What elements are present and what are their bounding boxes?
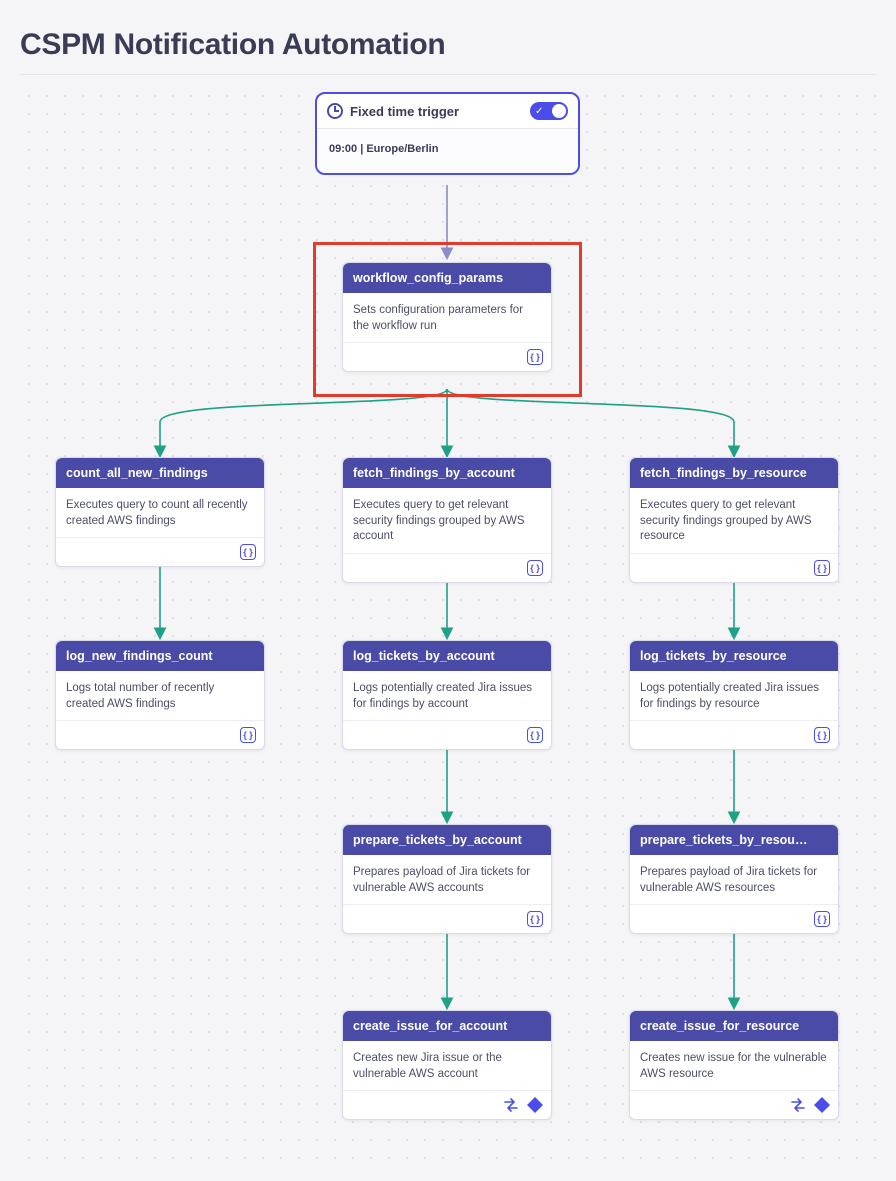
trigger-time: 09:00 | Europe/Berlin <box>317 129 578 173</box>
node-count-all-new-findings[interactable]: count_all_new_findings Executes query to… <box>55 457 265 567</box>
node-create-issue-for-resource[interactable]: create_issue_for_resource Creates new is… <box>629 1010 839 1120</box>
loop-icon[interactable] <box>503 1098 519 1112</box>
toggle-knob <box>552 104 566 118</box>
code-icon[interactable]: { } <box>240 544 256 560</box>
trigger-label: Fixed time trigger <box>350 104 459 119</box>
node-desc: Prepares payload of Jira tickets for vul… <box>630 855 838 905</box>
trigger-toggle[interactable]: ✓ <box>530 102 568 120</box>
loop-icon[interactable] <box>790 1098 806 1112</box>
node-title: fetch_findings_by_account <box>343 458 551 488</box>
node-desc: Sets configuration parameters for the wo… <box>343 293 551 343</box>
node-title: workflow_config_params <box>343 263 551 293</box>
node-title: log_new_findings_count <box>56 641 264 671</box>
node-create-issue-for-account[interactable]: create_issue_for_account Creates new Jir… <box>342 1010 552 1120</box>
node-log-tickets-by-resource[interactable]: log_tickets_by_resource Logs potentially… <box>629 640 839 750</box>
node-log-new-findings-count[interactable]: log_new_findings_count Logs total number… <box>55 640 265 750</box>
node-desc: Creates new Jira issue or the vulnerable… <box>343 1041 551 1091</box>
node-desc: Prepares payload of Jira tickets for vul… <box>343 855 551 905</box>
node-log-tickets-by-account[interactable]: log_tickets_by_account Logs potentially … <box>342 640 552 750</box>
check-icon: ✓ <box>535 106 543 117</box>
node-prepare-tickets-by-account[interactable]: prepare_tickets_by_account Prepares payl… <box>342 824 552 934</box>
node-title: create_issue_for_resource <box>630 1011 838 1041</box>
code-icon[interactable]: { } <box>527 911 543 927</box>
page-title: CSPM Notification Automation <box>20 28 876 75</box>
clock-icon <box>327 103 343 119</box>
code-icon[interactable]: { } <box>527 349 543 365</box>
workflow-canvas[interactable]: Fixed time trigger ✓ 09:00 | Europe/Berl… <box>20 87 876 1172</box>
node-title: create_issue_for_account <box>343 1011 551 1041</box>
code-icon[interactable]: { } <box>814 911 830 927</box>
node-title: log_tickets_by_resource <box>630 641 838 671</box>
node-prepare-tickets-by-resource[interactable]: prepare_tickets_by_resou… Prepares paylo… <box>629 824 839 934</box>
node-fetch-findings-by-account[interactable]: fetch_findings_by_account Executes query… <box>342 457 552 583</box>
node-desc: Logs total number of recently created AW… <box>56 671 264 721</box>
jira-icon[interactable] <box>814 1097 830 1113</box>
jira-icon[interactable] <box>527 1097 543 1113</box>
node-fetch-findings-by-resource[interactable]: fetch_findings_by_resource Executes quer… <box>629 457 839 583</box>
trigger-node[interactable]: Fixed time trigger ✓ 09:00 | Europe/Berl… <box>315 92 580 175</box>
code-icon[interactable]: { } <box>527 560 543 576</box>
node-desc: Creates new issue for the vulnerable AWS… <box>630 1041 838 1091</box>
node-desc: Logs potentially created Jira issues for… <box>630 671 838 721</box>
node-desc: Executes query to get relevant security … <box>343 488 551 554</box>
node-title: prepare_tickets_by_resou… <box>630 825 838 855</box>
node-title: count_all_new_findings <box>56 458 264 488</box>
code-icon[interactable]: { } <box>527 727 543 743</box>
code-icon[interactable]: { } <box>240 727 256 743</box>
node-desc: Executes query to count all recently cre… <box>56 488 264 538</box>
code-icon[interactable]: { } <box>814 727 830 743</box>
node-title: prepare_tickets_by_account <box>343 825 551 855</box>
node-title: log_tickets_by_account <box>343 641 551 671</box>
node-desc: Executes query to get relevant security … <box>630 488 838 554</box>
node-desc: Logs potentially created Jira issues for… <box>343 671 551 721</box>
node-workflow-config-params[interactable]: workflow_config_params Sets configuratio… <box>342 262 552 372</box>
code-icon[interactable]: { } <box>814 560 830 576</box>
node-title: fetch_findings_by_resource <box>630 458 838 488</box>
